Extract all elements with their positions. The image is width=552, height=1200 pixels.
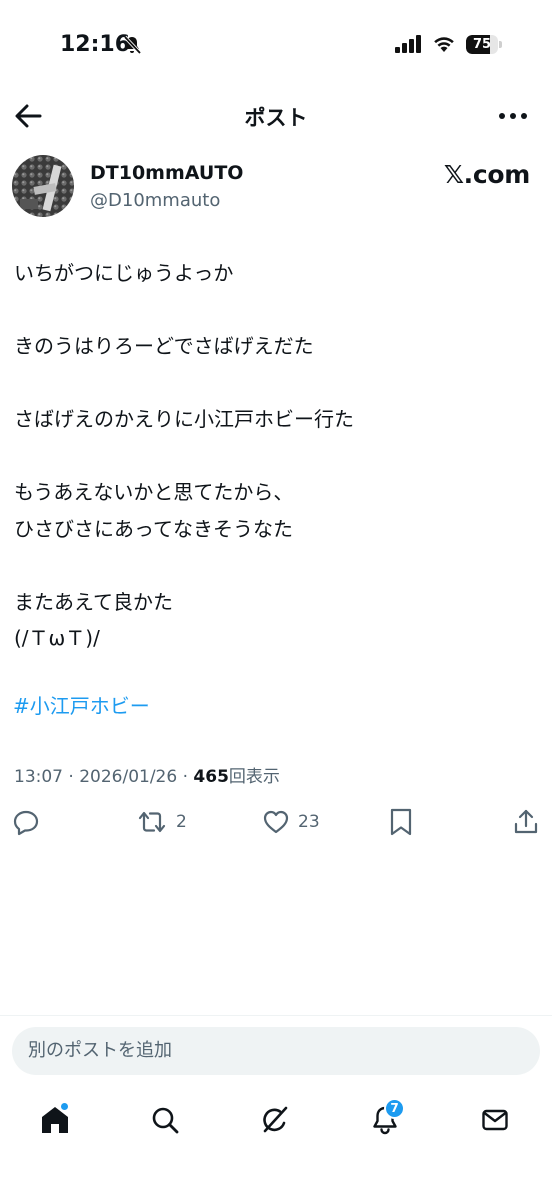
post-blank-line <box>14 547 540 584</box>
author-avatar[interactable] <box>12 155 74 217</box>
post-metadata: 13:07 · 2026/01/26 · 465回表示 <box>14 762 280 787</box>
post-line: (/ＴωＴ)/ <box>14 626 100 650</box>
bell-slash-icon <box>123 35 142 55</box>
repost-button[interactable]: 2 <box>136 804 187 840</box>
like-count: 23 <box>298 812 320 832</box>
post-line: さばげえのかえりに小江戸ホビー行た <box>14 407 354 431</box>
status-bar: 12:16 75 <box>0 0 552 90</box>
tab-messages[interactable] <box>465 1090 525 1150</box>
post-detail-screen: 12:16 75 ポスト DT10mmAUTO @D10mmauto 𝕏.com… <box>0 0 552 1200</box>
wifi-icon <box>434 37 454 52</box>
notifications-badge: 7 <box>384 1098 405 1119</box>
reply-icon <box>13 810 39 836</box>
author-handle[interactable]: @D10mmauto <box>90 190 220 211</box>
tab-search[interactable] <box>135 1090 195 1150</box>
battery-indicator: 75 <box>466 35 502 54</box>
repost-icon <box>138 811 166 833</box>
post-timestamp: 13:07 · 2026/01/26 · <box>14 767 194 787</box>
reply-input[interactable]: 別のポストを追加 <box>12 1027 540 1075</box>
post-actions: 2 23 <box>0 804 552 840</box>
post-blank-line <box>14 292 540 329</box>
cellular-signal-icon <box>395 35 421 53</box>
views-count: 465 <box>193 767 229 787</box>
bookmark-icon <box>390 808 412 836</box>
source-badge: 𝕏.com <box>443 160 530 189</box>
more-options-icon[interactable] <box>496 104 530 128</box>
bookmark-button[interactable] <box>388 804 414 840</box>
post-line: ひさびさにあってなきそうなた <box>14 516 293 541</box>
grok-icon <box>263 1106 288 1133</box>
reply-button[interactable] <box>12 804 40 840</box>
author-name[interactable]: DT10mmAUTO <box>90 162 243 184</box>
repost-count: 2 <box>176 812 187 832</box>
share-button[interactable] <box>512 804 540 840</box>
tab-notifications[interactable]: 7 <box>355 1090 415 1150</box>
battery-level: 75 <box>472 37 492 52</box>
post-line: きのうはりろーどでさばげえだた <box>14 334 314 358</box>
home-unread-dot <box>61 1103 68 1110</box>
post-line: またあえて良かた <box>14 589 173 614</box>
post-blank-line <box>14 365 540 402</box>
share-icon <box>514 809 538 834</box>
like-button[interactable]: 23 <box>262 804 320 840</box>
post-blank-line <box>14 438 540 475</box>
post-line: もうあえないかと思てたから、 <box>14 480 294 504</box>
page-title: ポスト <box>244 106 308 130</box>
search-icon <box>152 1107 179 1134</box>
status-time: 12:16 <box>60 32 131 57</box>
bottom-tab-bar: 7 <box>0 1090 552 1150</box>
post-text: いちがつにじゅうよっかきのうはりろーどでさばげえだたさばげえのかえりに小江戸ホビ… <box>14 255 540 657</box>
post-header: ポスト <box>0 92 552 140</box>
views-label: 回表示 <box>228 767 280 787</box>
heart-icon <box>263 810 289 834</box>
tab-grok[interactable] <box>245 1090 305 1150</box>
tab-home[interactable] <box>25 1090 85 1150</box>
post-line: いちがつにじゅうよっか <box>14 261 234 285</box>
divider <box>0 1015 552 1016</box>
hashtag-link[interactable]: #小江戸ホビー <box>13 690 150 719</box>
mail-icon <box>482 1109 508 1131</box>
